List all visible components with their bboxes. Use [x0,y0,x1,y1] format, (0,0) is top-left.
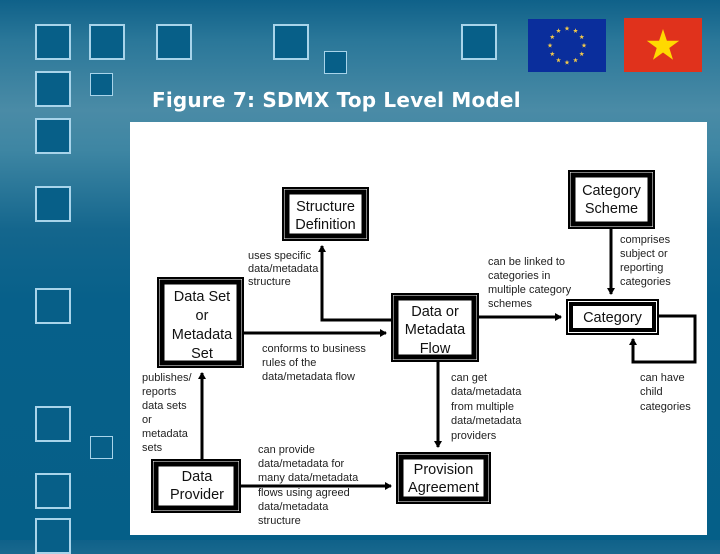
relation-label: data/metadata flow [262,371,355,383]
relation-label: can be linked to [488,256,565,268]
relation-label: comprises [620,234,671,246]
node-structure-definition: Structure Definition [282,187,369,241]
relation-label: multiple category [488,284,572,296]
relation-label: data/metadata [451,386,522,398]
relation-label: or [142,414,152,426]
label-can-get: can get data/metadata from multiple data… [451,372,522,442]
relation-label: reporting [620,262,663,274]
relation-label: child [640,386,663,398]
edge-flow-to-structure [318,245,392,322]
relation-label: categories [640,401,691,413]
label-child-categories: can have child categories [640,372,691,413]
relation-label: can provide [258,444,315,456]
relation-label: structure [248,276,291,288]
relation-label: conforms to business [262,343,366,355]
relation-label: reports [142,386,177,398]
relation-label: flows using agreed [258,487,350,499]
node-label: Metadata [172,327,233,343]
relation-label: data/metadata [248,263,319,275]
node-label: Category [582,183,642,199]
node-category: Category [566,299,659,335]
node-dataset: Data Set or Metadata Set [157,277,244,368]
relation-label: data/metadata [258,501,329,513]
relation-label: rules of the [262,357,316,369]
relation-label: data sets [142,400,187,412]
relation-label: categories in [488,270,550,282]
node-label: Category [583,310,643,326]
node-label: Scheme [585,201,638,217]
node-label: Provider [170,487,224,503]
relation-label: data/metadata [451,415,522,427]
relation-label: uses specific [248,250,311,262]
node-label: Set [191,346,213,362]
node-label: Structure [296,199,355,215]
label-uses-structure: uses specific data/metadata structure [248,250,319,288]
node-label: Flow [420,341,451,357]
node-provision-agreement: Provision Agreement [396,452,491,504]
relation-label: from multiple [451,401,514,413]
relation-label: subject or [620,248,668,260]
relation-label: schemes [488,298,533,310]
node-category-scheme: Category Scheme [568,170,655,229]
relation-label: structure [258,515,301,527]
node-data-provider: Data Provider [151,459,241,513]
relation-label: can have [640,372,685,384]
node-label: Provision [414,462,474,478]
node-label: Data or [411,304,459,320]
relation-label: categories [620,276,671,288]
node-dataflow: Data or Metadata Flow [391,293,479,362]
relation-label: metadata [142,428,189,440]
label-conforms-to: conforms to business rules of the data/m… [262,343,366,383]
relation-label: publishes/ [142,372,192,384]
label-comprises: comprises subject or reporting categorie… [620,234,671,288]
node-label: or [196,308,209,324]
node-label: Definition [295,217,355,233]
node-label: Data [182,469,214,485]
label-publishes: publishes/ reports data sets or metadata… [142,372,192,454]
node-label: Metadata [405,322,466,338]
sdmx-diagram: Structure Definition Category Scheme Dat… [142,170,697,527]
relation-label: data/metadata for [258,458,345,470]
label-linked-categories: can be linked to categories in multiple … [488,256,572,310]
relation-label: sets [142,442,163,454]
relation-label: many data/metadata [258,472,359,484]
node-label: Agreement [408,480,479,496]
relation-label: can get [451,372,487,384]
relation-label: providers [451,430,497,442]
node-label: Data Set [174,289,230,305]
